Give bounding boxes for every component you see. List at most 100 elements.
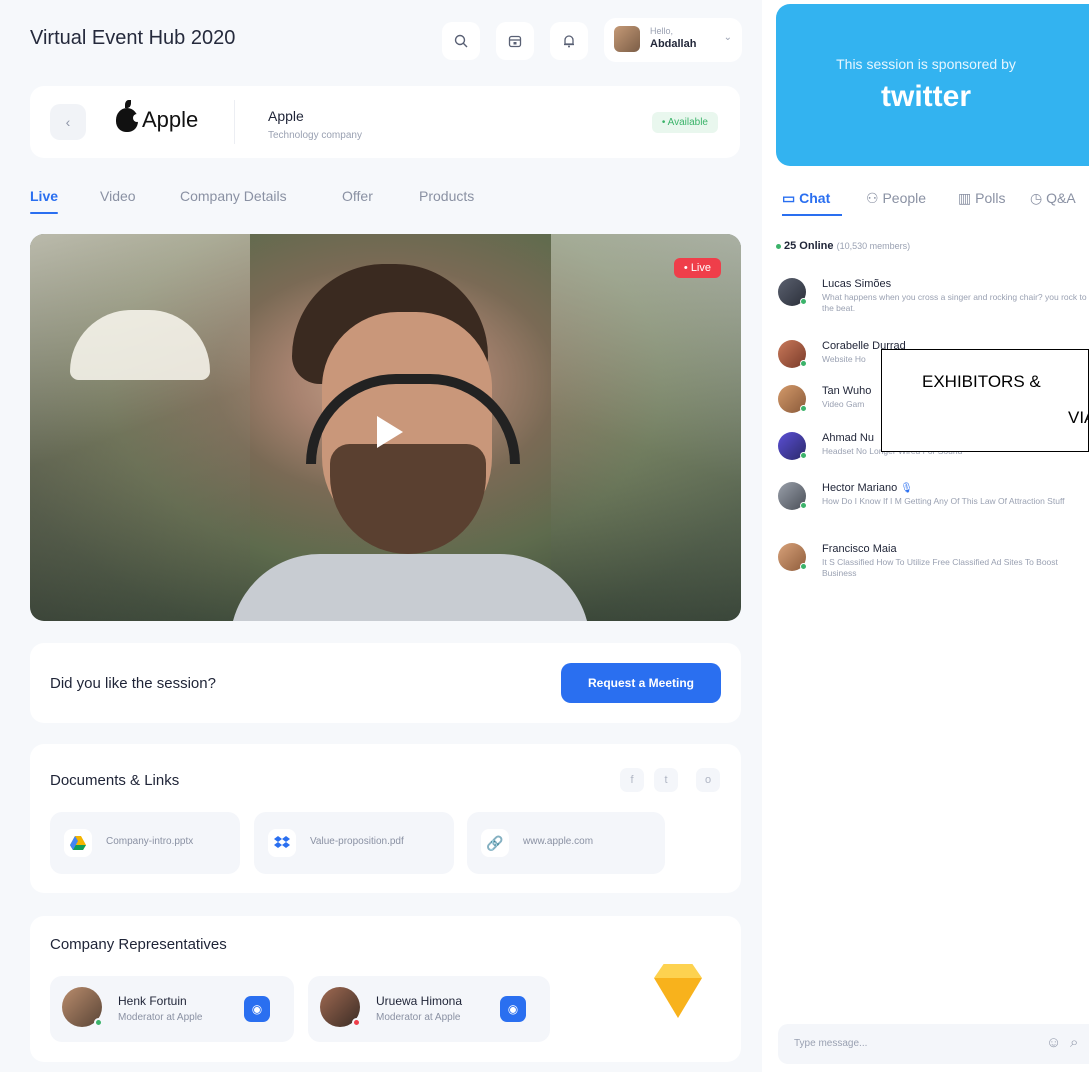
online-status-dot <box>800 563 807 570</box>
app-title: Virtual Event Hub 2020 <box>30 27 236 49</box>
online-status-dot <box>94 1018 103 1027</box>
message-author: Lucas Simões <box>822 278 892 290</box>
online-status-dot <box>800 360 807 367</box>
online-status-dot <box>800 452 807 459</box>
instagram-icon[interactable]: o <box>696 768 720 792</box>
representative-item: Henk Fortuin Moderator at Apple ◉ <box>50 976 294 1042</box>
microphone-icon: 🎙 <box>900 483 913 494</box>
polls-icon: ▥ <box>958 190 972 206</box>
representative-role: Moderator at Apple <box>376 1012 461 1023</box>
attachment-icon[interactable]: ⌕ <box>1070 1034 1078 1051</box>
divider <box>234 100 235 144</box>
video-presenter-shirt <box>230 554 590 621</box>
main-panel: Virtual Event Hub 2020 Hello, Abdallah ⌄… <box>0 0 762 1072</box>
tab-live[interactable]: Live <box>30 188 58 204</box>
tab-people[interactable]: ⚇ People <box>866 190 926 207</box>
bell-icon[interactable] <box>550 22 588 60</box>
tab-qa[interactable]: ◷ Q&A <box>1030 190 1076 207</box>
online-status-dot <box>800 502 807 509</box>
tab-video[interactable]: Video <box>100 188 136 204</box>
company-card: ‹ Apple Apple Technology company • Avail… <box>30 86 740 158</box>
representatives-title: Company Representatives <box>50 936 227 953</box>
rating-question: Did you like the session? <box>50 675 216 692</box>
representative-name: Henk Fortuin <box>118 994 187 1008</box>
message-text: How Do I Know If I M Getting Any Of This… <box>822 496 1065 506</box>
document-item[interactable]: Company-intro.pptx <box>50 812 240 874</box>
apple-icon <box>116 100 141 132</box>
message-author: Hector Mariano 🎙 <box>822 482 913 494</box>
request-meeting-button[interactable]: Request a Meeting <box>561 663 721 703</box>
emoji-icon[interactable]: ☺ <box>1046 1034 1061 1051</box>
tab-products[interactable]: Products <box>419 188 474 204</box>
company-logo: Apple <box>116 100 199 133</box>
status-badge: • Available <box>651 112 718 133</box>
document-label: Value-proposition.pdf <box>310 836 404 847</box>
qa-icon: ◷ <box>1030 190 1043 206</box>
company-subtitle: Technology company <box>268 130 362 141</box>
twitter-icon[interactable]: t <box>654 768 678 792</box>
document-label: Company-intro.pptx <box>106 836 194 847</box>
user-avatar <box>614 26 640 52</box>
active-tab-indicator <box>782 214 842 216</box>
overlay-line-2: VIA <box>1068 408 1089 427</box>
sponsor-banner[interactable]: This session is sponsored by twitter <box>776 4 1089 166</box>
message-author: Ahmad Nu <box>822 432 874 444</box>
company-logo-text: Apple <box>142 107 199 132</box>
search-icon[interactable] <box>442 22 480 60</box>
sketch-diamond-icon <box>654 978 702 1018</box>
representatives-card: Company Representatives Henk Fortuin Mod… <box>30 916 741 1062</box>
play-icon[interactable] <box>372 414 408 450</box>
video-player[interactable]: • Live <box>30 234 741 621</box>
live-badge: • Live <box>673 258 721 278</box>
document-item[interactable]: 🔗 www.apple.com <box>467 812 665 874</box>
chat-bubble-icon[interactable]: ◉ <box>244 996 270 1022</box>
session-rating-card: Did you like the session? Request a Meet… <box>30 643 741 723</box>
online-count-text: 25 Online <box>784 240 834 252</box>
tab-qa-label: Q&A <box>1046 190 1076 206</box>
representative-item: Uruewa Himona Moderator at Apple ◉ <box>308 976 550 1042</box>
message-text: What happens when you cross a singer and… <box>822 292 1087 313</box>
message-input[interactable]: Type message... ☺ ⌕ <box>778 1024 1089 1064</box>
document-label: www.apple.com <box>523 836 594 847</box>
message-author-text: Hector Mariano <box>822 482 898 494</box>
online-dot <box>776 243 781 249</box>
company-name: Apple <box>268 108 304 124</box>
link-icon: 🔗 <box>481 829 509 857</box>
chat-bubble-icon[interactable]: ◉ <box>500 996 526 1022</box>
sponsor-label: This session is sponsored by <box>836 56 1016 72</box>
tab-company-details[interactable]: Company Details <box>180 188 287 204</box>
online-status-dot <box>800 405 807 412</box>
representative-role: Moderator at Apple <box>118 1012 203 1023</box>
back-button[interactable]: ‹ <box>50 104 86 140</box>
online-count: 25 Online (10,530 members) <box>776 240 910 252</box>
chevron-down-icon: ⌄ <box>723 32 732 43</box>
people-icon: ⚇ <box>866 190 879 206</box>
documents-card: Documents & Links f t o Company-intro.pp… <box>30 744 741 893</box>
chat-icon: ▭ <box>782 190 796 206</box>
message-author: Tan Wuho <box>822 385 872 397</box>
documents-title: Documents & Links <box>50 772 180 789</box>
video-background <box>30 234 250 621</box>
offline-status-dot <box>352 1018 361 1027</box>
user-menu[interactable]: Hello, Abdallah ⌄ <box>604 18 742 62</box>
user-name: Abdallah <box>650 38 697 50</box>
calendar-icon[interactable] <box>496 22 534 60</box>
message-author: Francisco Maia <box>822 543 897 555</box>
message-text: It S Classified How To Utilize Free Clas… <box>822 557 1058 578</box>
tab-polls-label: Polls <box>975 190 1006 206</box>
document-item[interactable]: Value-proposition.pdf <box>254 812 454 874</box>
google-drive-icon <box>64 829 92 857</box>
tab-chat-label: Chat <box>799 190 831 206</box>
tab-people-label: People <box>882 190 927 206</box>
dropbox-icon <box>268 829 296 857</box>
facebook-icon[interactable]: f <box>620 768 644 792</box>
active-tab-indicator <box>30 212 58 214</box>
online-status-dot <box>800 298 807 305</box>
tab-offer[interactable]: Offer <box>342 188 373 204</box>
representative-name: Uruewa Himona <box>376 994 463 1008</box>
tab-chat[interactable]: ▭ Chat <box>782 190 830 207</box>
caption-overlay: EXHIBITORS & VIA <box>881 349 1089 452</box>
tab-polls[interactable]: ▥ Polls <box>958 190 1005 207</box>
video-background <box>551 234 741 621</box>
chevron-left-icon: ‹ <box>65 114 71 130</box>
